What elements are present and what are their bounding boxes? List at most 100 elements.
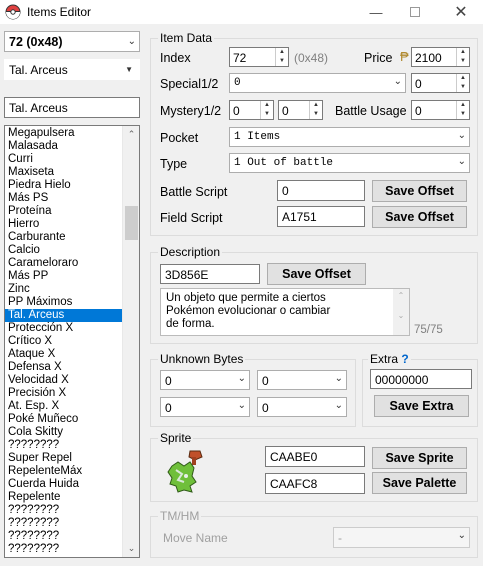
search-combo[interactable]: Tal. Arceus ▼ <box>4 59 140 80</box>
description-textarea[interactable]: Un objeto que permite a ciertos Pokémon … <box>160 288 410 336</box>
help-icon[interactable]: ? <box>401 352 408 366</box>
unknown-byte-1-select[interactable]: 0 ⌄ <box>160 370 250 390</box>
scroll-thumb[interactable] <box>125 206 138 240</box>
list-scrollbar[interactable]: ⌃ ⌄ <box>122 126 139 557</box>
type-value: 1 Out of battle <box>234 157 334 169</box>
maximize-icon[interactable] <box>398 0 432 24</box>
sprite-offset-input[interactable]: CAABE0 <box>265 446 365 467</box>
special1-value: 0 <box>234 77 241 89</box>
price-label: Price <box>364 51 393 65</box>
spinner-arrows-icon[interactable]: ▲ ▼ <box>275 48 288 66</box>
price-spinner[interactable]: 2100 ▲ ▼ <box>411 47 470 67</box>
save-palette-button[interactable]: Save Palette <box>372 472 467 494</box>
special2-spinner[interactable]: 0 ▲ ▼ <box>411 73 470 93</box>
list-item[interactable]: ???????? <box>5 439 123 452</box>
list-item[interactable]: Tal. Arceus <box>5 309 123 322</box>
list-item[interactable]: Piedra Hielo <box>5 179 123 192</box>
spinner-arrows-icon[interactable]: ▲ ▼ <box>260 101 273 119</box>
list-item[interactable]: Cuerda Huida <box>5 478 123 491</box>
scroll-down-icon[interactable]: ⌄ <box>393 309 409 323</box>
list-item[interactable]: ???????? <box>5 517 123 530</box>
save-field-script-button[interactable]: Save Offset <box>372 206 467 228</box>
save-sprite-button[interactable]: Save Sprite <box>372 447 467 469</box>
chevron-down-icon: ⌄ <box>334 373 343 384</box>
item-select-value: 72 (0x48) <box>9 35 63 49</box>
chevron-down-icon: ⌄ <box>334 400 343 411</box>
list-item[interactable]: RepelenteMáx <box>5 465 123 478</box>
sprite-offset-value: CAABE0 <box>270 450 318 464</box>
list-item[interactable]: Ataque X <box>5 348 123 361</box>
list-item[interactable]: Carburante <box>5 231 123 244</box>
list-item[interactable]: Calcio <box>5 244 123 257</box>
list-item[interactable]: Protección X <box>5 322 123 335</box>
items-list[interactable]: Megapulsera Malasada Curri Maxiseta Piedra H… <box>4 125 140 558</box>
list-item[interactable]: Más PS <box>5 192 123 205</box>
list-item[interactable]: Maxiseta <box>5 166 123 179</box>
list-item[interactable]: Zinc <box>5 283 123 296</box>
chevron-down-icon: ⌄ <box>457 530 466 541</box>
item-select[interactable]: 72 (0x48) ⌄ <box>4 31 140 52</box>
scroll-down-icon[interactable]: ⌄ <box>123 540 140 557</box>
spinner-arrows-icon[interactable]: ▲ ▼ <box>309 101 322 119</box>
battle-usage-label: Battle Usage <box>335 104 407 118</box>
list-item[interactable]: At. Esp. X <box>5 400 123 413</box>
mystery1-spinner[interactable]: 0 ▲ ▼ <box>229 100 274 120</box>
list-item[interactable]: Super Repel <box>5 452 123 465</box>
list-item[interactable]: Defensa X <box>5 361 123 374</box>
list-item[interactable]: Malasada <box>5 140 123 153</box>
palette-offset-value: CAAFC8 <box>270 477 318 491</box>
mystery-label: Mystery1/2 <box>160 104 222 118</box>
save-description-offset-button[interactable]: Save Offset <box>267 263 366 285</box>
type-select[interactable]: 1 Out of battle ⌄ <box>229 153 470 173</box>
list-item[interactable]: ???????? <box>5 543 123 556</box>
list-item[interactable]: Curri <box>5 153 123 166</box>
battle-script-input[interactable]: 0 <box>277 180 365 201</box>
unknown-byte-3-select[interactable]: 0 ⌄ <box>160 397 250 417</box>
list-item[interactable]: Más PP <box>5 270 123 283</box>
list-item[interactable]: Carameloraro <box>5 257 123 270</box>
palette-offset-input[interactable]: CAAFC8 <box>265 473 365 494</box>
list-item[interactable]: Velocidad X <box>5 374 123 387</box>
field-script-input[interactable]: A1751 <box>277 206 365 227</box>
battle-usage-spinner[interactable]: 0 ▲ ▼ <box>411 100 470 120</box>
description-scrollbar[interactable]: ⌃ ⌄ <box>393 289 409 335</box>
search-combo-value: Tal. Arceus <box>9 63 68 77</box>
list-item[interactable]: Precisión X <box>5 387 123 400</box>
list-item[interactable]: Megapulsera <box>5 127 123 140</box>
special1-select[interactable]: 0 ⌄ <box>229 73 406 93</box>
move-name-select[interactable]: - ⌄ <box>333 527 470 548</box>
save-extra-button[interactable]: Save Extra <box>374 395 469 417</box>
spinner-arrows-icon[interactable]: ▲ ▼ <box>456 101 469 119</box>
minimize-icon[interactable]: — <box>359 0 393 24</box>
search-input[interactable]: Tal. Arceus <box>4 97 140 118</box>
unknown-byte-4-select[interactable]: 0 ⌄ <box>257 397 347 417</box>
list-item[interactable]: ???????? <box>5 530 123 543</box>
list-item[interactable]: Proteína <box>5 205 123 218</box>
description-line-3: de forma. <box>166 318 215 330</box>
spinner-arrows-icon[interactable]: ▲ ▼ <box>456 48 469 66</box>
dropdown-arrow-icon: ▼ <box>125 65 133 74</box>
index-spinner[interactable]: 72 ▲ ▼ <box>229 47 289 67</box>
scroll-up-icon[interactable]: ⌃ <box>123 126 140 143</box>
list-item[interactable]: Repelente <box>5 491 123 504</box>
list-item[interactable]: PP Máximos <box>5 296 123 309</box>
list-item[interactable]: ???????? <box>5 504 123 517</box>
extra-input[interactable]: 00000000 <box>370 369 472 389</box>
description-offset-input[interactable]: 3D856E <box>160 264 260 284</box>
scroll-up-icon[interactable]: ⌃ <box>393 289 409 303</box>
list-item[interactable]: Cola Skitty <box>5 426 123 439</box>
list-item[interactable]: Hierro <box>5 218 123 231</box>
spinner-arrows-icon[interactable]: ▲ ▼ <box>456 74 469 92</box>
unknown-byte-2-value: 0 <box>262 374 269 388</box>
close-icon[interactable]: ✕ <box>444 0 478 24</box>
unknown-byte-2-select[interactable]: 0 ⌄ <box>257 370 347 390</box>
chevron-down-icon: ⌄ <box>457 156 466 167</box>
mystery2-spinner[interactable]: 0 ▲ ▼ <box>278 100 323 120</box>
pocket-select[interactable]: 1 Items ⌄ <box>229 127 470 147</box>
battle-usage-value: 0 <box>415 104 422 118</box>
list-item[interactable]: Poké Muñeco <box>5 413 123 426</box>
save-battle-script-button[interactable]: Save Offset <box>372 180 467 202</box>
list-item[interactable]: Crítico X <box>5 335 123 348</box>
move-name-label: Move Name <box>163 531 228 545</box>
special2-value: 0 <box>415 77 422 91</box>
